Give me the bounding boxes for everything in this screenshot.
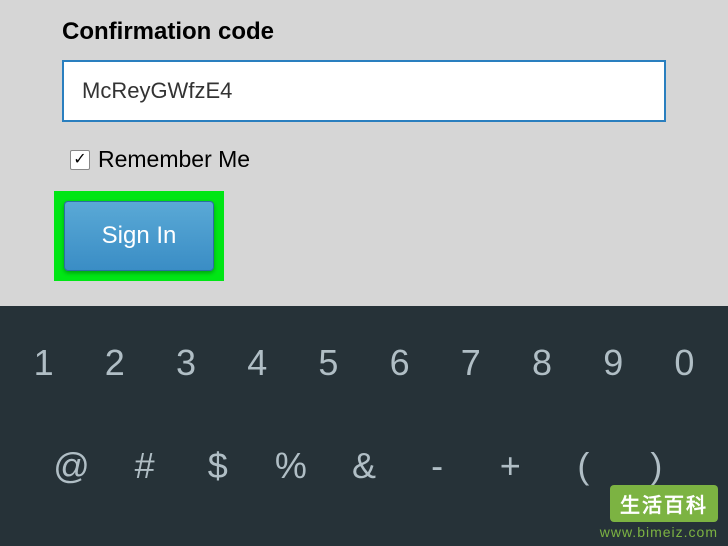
watermark: 生活百科 www.bimeiz.com (600, 485, 718, 540)
key-ampersand[interactable]: & (327, 445, 400, 487)
key-6[interactable]: 6 (364, 342, 435, 384)
key-5[interactable]: 5 (293, 342, 364, 384)
signin-highlight: Sign In (54, 191, 224, 281)
key-8[interactable]: 8 (506, 342, 577, 384)
key-4[interactable]: 4 (222, 342, 293, 384)
key-dollar[interactable]: $ (181, 445, 254, 487)
watermark-url: www.bimeiz.com (600, 524, 718, 540)
confirmation-code-input[interactable]: McReyGWfzE4 (62, 60, 666, 122)
key-hash[interactable]: # (108, 445, 181, 487)
remember-me-label: Remember Me (98, 146, 250, 173)
key-percent[interactable]: % (254, 445, 327, 487)
remember-me-checkbox[interactable]: ✓ (70, 150, 90, 170)
key-minus[interactable]: - (401, 445, 474, 487)
signin-button[interactable]: Sign In (64, 201, 214, 271)
keyboard-row-1: 1 2 3 4 5 6 7 8 9 0 (0, 306, 728, 401)
key-7[interactable]: 7 (435, 342, 506, 384)
key-at[interactable]: @ (35, 445, 108, 487)
confirmation-code-label: Confirmation code (62, 18, 666, 46)
signin-button-label: Sign In (102, 222, 177, 250)
key-1[interactable]: 1 (8, 342, 79, 384)
key-0[interactable]: 0 (649, 342, 720, 384)
key-2[interactable]: 2 (79, 342, 150, 384)
remember-me-row: ✓ Remember Me (62, 146, 666, 173)
check-icon: ✓ (73, 152, 86, 168)
key-plus[interactable]: + (474, 445, 547, 487)
key-paren-open[interactable]: ( (547, 445, 620, 487)
key-paren-close[interactable]: ) (620, 445, 693, 487)
confirmation-code-value: McReyGWfzE4 (82, 78, 232, 104)
key-9[interactable]: 9 (578, 342, 649, 384)
watermark-badge: 生活百科 (610, 485, 718, 522)
key-3[interactable]: 3 (150, 342, 221, 384)
form-area: Confirmation code McReyGWfzE4 ✓ Remember… (0, 0, 728, 281)
